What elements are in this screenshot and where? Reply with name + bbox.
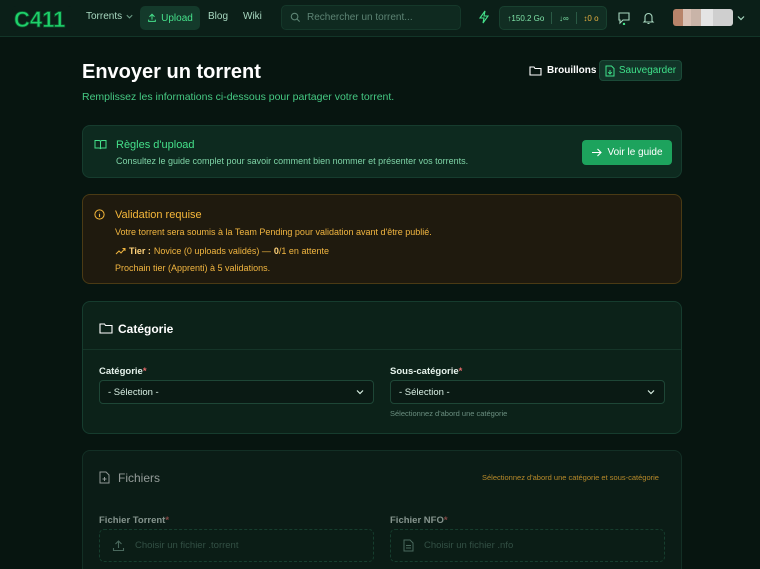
subcategory-help: Sélectionnez d'abord une catégorie xyxy=(390,409,508,418)
stats-divider xyxy=(575,12,577,24)
avatar[interactable] xyxy=(673,9,733,26)
torrent-file-label: Fichier Torrent* xyxy=(99,515,170,526)
view-guide-button[interactable]: Voir le guide xyxy=(582,140,672,165)
view-guide-label: Voir le guide xyxy=(607,147,663,158)
nfo-file-dropzone[interactable]: Choisir un fichier .nfo xyxy=(390,529,665,562)
stats-divider xyxy=(551,12,553,24)
files-section-title: Fichiers xyxy=(118,471,161,485)
nfo-file-label: Fichier NFO* xyxy=(390,515,448,526)
nav-wiki[interactable]: Wiki xyxy=(243,11,262,22)
rules-title: Règles d'upload xyxy=(116,139,195,151)
torrent-file-placeholder: Choisir un fichier .torrent xyxy=(135,540,239,551)
validation-title: Validation requise xyxy=(115,209,202,221)
upload-stat: ↑150.2 Go xyxy=(507,13,545,23)
tier-pending: 0/1 en attente xyxy=(273,246,329,256)
folder-icon xyxy=(99,323,113,334)
category-label: Catégorie* xyxy=(99,366,147,377)
upload-rules-card: Règles d'upload Consultez le guide compl… xyxy=(82,125,682,178)
search-box[interactable] xyxy=(281,5,461,30)
search-icon xyxy=(290,12,301,23)
nav-upload-label: Upload xyxy=(161,12,193,24)
save-file-icon xyxy=(605,65,615,76)
trending-up-icon xyxy=(115,248,126,255)
tier-info: Tier : Novice (0 uploads validés) — 0/1 … xyxy=(115,246,329,256)
file-plus-icon xyxy=(99,471,110,484)
chevron-down-icon xyxy=(126,14,133,19)
tier-label: Tier : xyxy=(129,246,151,256)
section-divider xyxy=(83,349,681,350)
ratio-stat: ↕0 o xyxy=(583,13,599,23)
files-section: Fichiers Sélectionnez d'abord une catégo… xyxy=(82,450,682,569)
chat-icon[interactable] xyxy=(617,11,631,25)
subcategory-label: Sous-catégorie* xyxy=(390,366,463,377)
validation-card: Validation requise Votre torrent sera so… xyxy=(82,194,682,284)
info-icon xyxy=(94,209,105,220)
page-title: Envoyer un torrent xyxy=(82,61,261,83)
lightning-icon[interactable] xyxy=(478,10,490,24)
file-text-icon xyxy=(403,539,414,552)
search-input[interactable] xyxy=(307,12,457,23)
drafts-label: Brouillons xyxy=(547,65,597,76)
category-select-value: - Sélection - xyxy=(108,386,159,398)
c411-logo[interactable]: C411 xyxy=(12,6,72,31)
book-icon xyxy=(94,140,107,150)
page-subtitle: Remplissez les informations ci-dessous p… xyxy=(82,91,395,103)
nav-blog-label: Blog xyxy=(208,11,229,22)
save-label: Sauvegarder xyxy=(618,65,677,76)
drafts-button[interactable]: Brouillons xyxy=(523,60,602,81)
nfo-file-placeholder: Choisir un fichier .nfo xyxy=(424,540,514,551)
subcategory-select-value: - Sélection - xyxy=(399,386,450,398)
tier-value: Novice (0 uploads validés) — xyxy=(153,246,271,256)
torrent-file-dropzone[interactable]: Choisir un fichier .torrent xyxy=(99,529,374,562)
logo-text: C411 xyxy=(14,7,65,31)
bell-icon[interactable] xyxy=(642,11,655,25)
folder-icon xyxy=(529,66,542,76)
chevron-down-icon xyxy=(647,390,655,395)
validation-message: Votre torrent sera soumis à la Team Pend… xyxy=(115,227,432,237)
subcategory-select[interactable]: - Sélection - xyxy=(390,380,665,404)
chevron-down-icon[interactable] xyxy=(736,13,746,23)
arrow-right-icon xyxy=(592,148,603,157)
nav-blog[interactable]: Blog xyxy=(208,11,228,22)
download-stat: ↓∞ xyxy=(559,13,569,23)
rules-text: Consultez le guide complet pour savoir c… xyxy=(116,156,469,166)
upload-icon xyxy=(148,13,156,22)
chevron-down-icon xyxy=(356,390,364,395)
category-section: Catégorie Catégorie* - Sélection - Sous-… xyxy=(82,301,682,434)
files-hint: Sélectionnez d'abord une catégorie et so… xyxy=(482,473,659,482)
nav-wiki-label: Wiki xyxy=(243,11,262,22)
nav-upload[interactable]: Upload xyxy=(140,6,200,30)
nav-torrents[interactable]: Torrents xyxy=(86,11,134,22)
upload-icon xyxy=(112,540,125,552)
category-select[interactable]: - Sélection - xyxy=(99,380,374,404)
next-tier-info: Prochain tier (Apprenti) à 5 validations… xyxy=(115,263,271,273)
nav-torrents-label: Torrents xyxy=(86,11,123,22)
category-section-title: Catégorie xyxy=(118,322,174,336)
save-button[interactable]: Sauvegarder xyxy=(599,60,682,81)
user-stats[interactable]: ↑150.2 Go ↓∞ ↕0 o xyxy=(499,6,607,30)
top-navbar: C411 Torrents Upload Blog Wiki ↑150.2 Go… xyxy=(0,0,760,37)
